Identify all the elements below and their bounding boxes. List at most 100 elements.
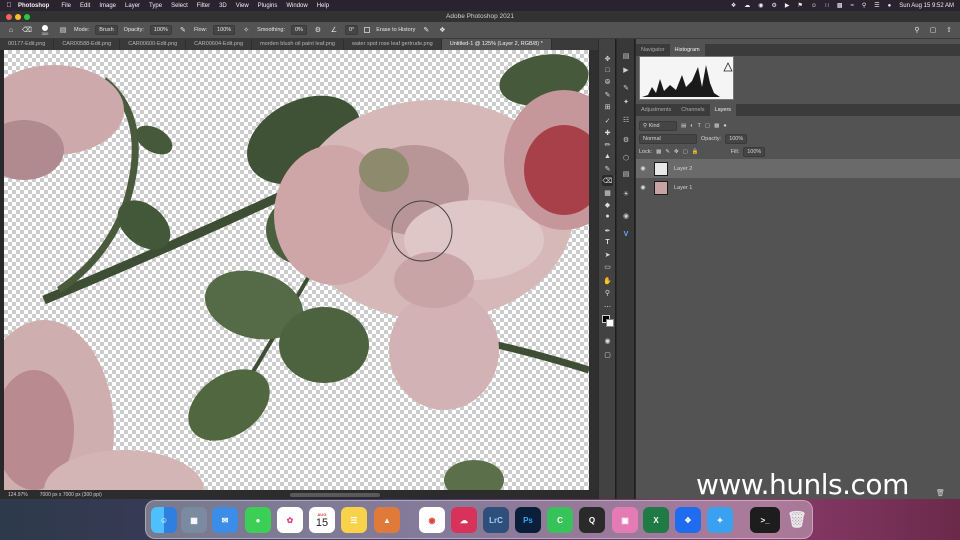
- close-window-button[interactable]: [6, 14, 12, 20]
- filter-shape-icon[interactable]: ▢: [705, 123, 710, 129]
- filter-smart-icon[interactable]: ▩: [714, 123, 719, 129]
- notes-icon[interactable]: ☰: [341, 507, 367, 533]
- screen-mode-icon[interactable]: ▢: [602, 349, 613, 360]
- 3d-panel-icon[interactable]: ⬡: [621, 153, 631, 163]
- shape-tool-icon[interactable]: ▭: [602, 261, 613, 272]
- layer-opacity-field[interactable]: 100%: [725, 134, 748, 144]
- eraser-tool-icon[interactable]: ⌫: [602, 175, 613, 186]
- lock-pixels-icon[interactable]: ✎: [665, 149, 670, 155]
- document-canvas[interactable]: [4, 50, 589, 490]
- layer-row-layer-2[interactable]: ◉ Layer 2: [636, 159, 960, 178]
- tool-presets-icon[interactable]: ⚙: [621, 135, 631, 145]
- menu-file[interactable]: File: [61, 3, 71, 9]
- move-tool-icon[interactable]: ✥: [602, 53, 613, 64]
- flow-field[interactable]: 100%: [213, 25, 236, 35]
- horizontal-scrollbar[interactable]: [290, 493, 380, 497]
- opacity-field[interactable]: 100%: [149, 25, 172, 35]
- lock-transparent-icon[interactable]: ▩: [656, 149, 661, 155]
- tab-navigator[interactable]: Navigator: [636, 44, 670, 56]
- document-size-readout[interactable]: 7000 px x 7000 px (300 ppi): [40, 492, 102, 498]
- tab-document[interactable]: 00177-Edit.png: [0, 39, 55, 50]
- lasso-tool-icon[interactable]: ⦾: [602, 77, 613, 88]
- blend-mode-select[interactable]: Normal: [639, 134, 697, 144]
- app-icon[interactable]: ▲: [374, 507, 400, 533]
- vertical-scrollbar[interactable]: [589, 50, 598, 490]
- screen-icon[interactable]: ▣: [612, 507, 638, 533]
- spotlight-icon[interactable]: ⚲: [862, 2, 866, 9]
- menu-filter[interactable]: Filter: [197, 3, 210, 9]
- excel-icon[interactable]: X: [643, 507, 669, 533]
- hand-tool-icon[interactable]: ✋: [602, 275, 613, 286]
- safari-icon[interactable]: ✦: [707, 507, 733, 533]
- wifi-icon[interactable]: ≈: [851, 3, 854, 9]
- creative-cloud-status-icon[interactable]: ☁: [744, 2, 750, 9]
- photoshop-icon[interactable]: Ps: [515, 507, 541, 533]
- more-tools-icon[interactable]: ⋯: [602, 301, 613, 312]
- lock-all-icon[interactable]: 🔒: [692, 149, 699, 155]
- tab-histogram[interactable]: Histogram: [669, 44, 705, 56]
- smoothing-gear-icon[interactable]: ⚙: [313, 25, 323, 35]
- brush-settings-panel-icon[interactable]: ✎: [621, 83, 631, 93]
- creative-cloud-icon[interactable]: ☁: [451, 507, 477, 533]
- mode-select[interactable]: Brush: [95, 25, 118, 35]
- swatches-panel-icon[interactable]: ◉: [621, 211, 631, 221]
- tab-document-active[interactable]: Untitled-1 @ 125% (Layer 2, RGB/8) *: [441, 39, 552, 50]
- launchpad-icon[interactable]: ▦: [181, 507, 207, 533]
- control-center-icon[interactable]: ☰: [874, 2, 879, 9]
- properties-panel-icon[interactable]: ☷: [621, 115, 631, 125]
- kind-filter-select[interactable]: ⚲ Kind: [639, 121, 677, 131]
- smoothing-field[interactable]: 0%: [290, 25, 307, 35]
- clipboard-status-icon[interactable]: ▩: [837, 2, 843, 9]
- marquee-tool-icon[interactable]: □: [602, 65, 613, 76]
- minimize-window-button[interactable]: [15, 14, 21, 20]
- zoom-readout[interactable]: 124.97%: [8, 492, 28, 498]
- menu-3d[interactable]: 3D: [219, 3, 227, 9]
- brushes-panel-icon[interactable]: ✦: [621, 97, 631, 107]
- terminal-icon[interactable]: >_: [750, 507, 780, 533]
- quick-select-tool-icon[interactable]: ✎: [602, 89, 613, 100]
- fill-field[interactable]: 100%: [743, 147, 766, 157]
- tab-document[interactable]: water spot rose leaf gertrude.png: [344, 39, 442, 50]
- tab-document[interactable]: CAR00600-Edit.png: [120, 39, 187, 50]
- erase-history-checkbox[interactable]: [364, 27, 371, 33]
- brush-tool-icon[interactable]: ✏: [602, 139, 613, 150]
- menu-app-photoshop[interactable]: Photoshop: [18, 3, 49, 9]
- brush-preset-picker[interactable]: 300: [38, 24, 52, 36]
- menu-layer[interactable]: Layer: [125, 3, 140, 9]
- filter-toggle-icon[interactable]: ●: [723, 123, 726, 129]
- history-brush-icon[interactable]: ✎: [602, 163, 613, 174]
- tab-layers[interactable]: Layers: [709, 104, 737, 116]
- dropbox-status-icon[interactable]: ❖: [731, 2, 736, 9]
- tab-channels[interactable]: Channels: [676, 104, 709, 116]
- zoom-tool-icon[interactable]: ⚲: [602, 287, 613, 298]
- libraries-panel-icon[interactable]: ☀: [621, 189, 631, 199]
- lock-artboard-icon[interactable]: ▢: [683, 149, 688, 155]
- menubar-clock[interactable]: Sun Aug 15 9:52 AM: [899, 3, 954, 9]
- history-panel-icon[interactable]: ▤: [621, 51, 631, 61]
- delete-layer-icon[interactable]: 🗑: [936, 489, 945, 497]
- dodge-tool-icon[interactable]: ●: [602, 211, 613, 222]
- blur-tool-icon[interactable]: ◆: [602, 199, 613, 210]
- play-status-icon[interactable]: ▶: [785, 2, 790, 9]
- lightroom-classic-icon[interactable]: LrC: [483, 507, 509, 533]
- home-icon[interactable]: ⌂: [6, 25, 16, 35]
- layer-name[interactable]: Layer 1: [674, 185, 692, 191]
- bluetooth-icon[interactable]: ∷: [825, 2, 829, 9]
- visibility-eye-icon[interactable]: ◉: [636, 165, 650, 172]
- menu-window[interactable]: Window: [286, 3, 307, 9]
- eyedropper-tool-icon[interactable]: ✓: [602, 115, 613, 126]
- user-status-icon[interactable]: ☺: [811, 3, 817, 9]
- layer-name[interactable]: Layer 2: [674, 166, 692, 172]
- finder-icon[interactable]: ☺: [151, 507, 177, 533]
- share-icon[interactable]: ⇧: [944, 25, 954, 35]
- chrome-icon[interactable]: ◉: [419, 507, 445, 533]
- background-color-swatch[interactable]: [606, 319, 614, 327]
- siri-icon[interactable]: ●: [888, 3, 892, 9]
- filter-pixel-icon[interactable]: ▤: [681, 123, 686, 129]
- healing-tool-icon[interactable]: ✚: [602, 127, 613, 138]
- tab-document[interactable]: CAR00588-Edit.png: [54, 39, 121, 50]
- menu-edit[interactable]: Edit: [80, 3, 90, 9]
- flag-icon[interactable]: ⚑: [798, 2, 803, 9]
- filter-type-icon[interactable]: T: [698, 123, 701, 129]
- lock-position-icon[interactable]: ✥: [674, 149, 679, 155]
